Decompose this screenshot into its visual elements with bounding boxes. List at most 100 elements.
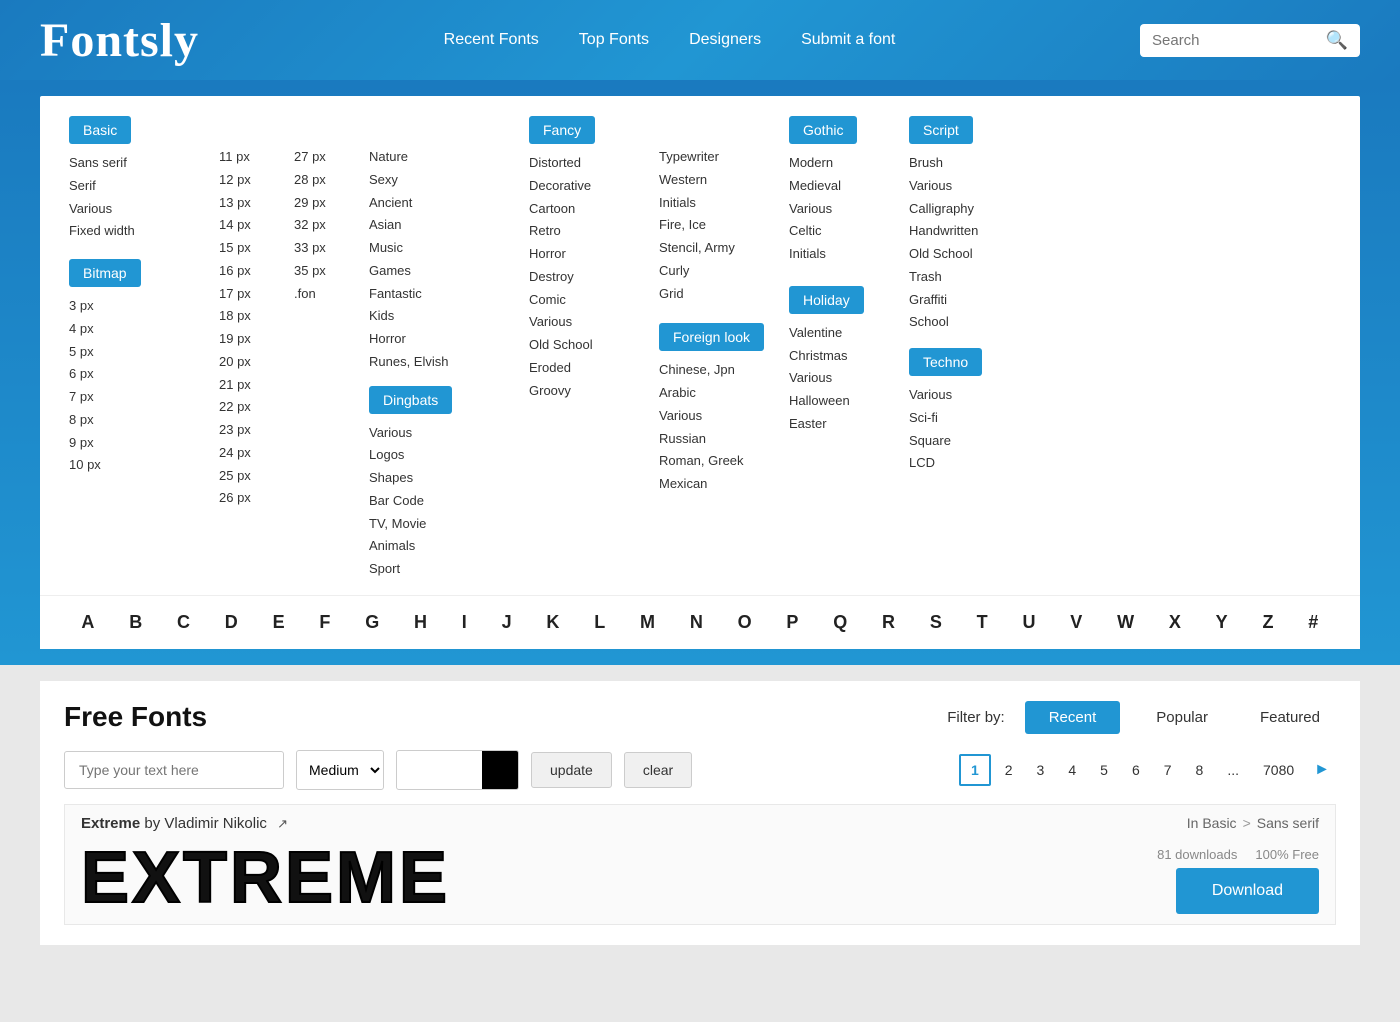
search-input[interactable] <box>1152 32 1318 49</box>
menu-item[interactable]: Nature <box>369 146 519 169</box>
menu-item[interactable]: 26 px <box>219 487 284 510</box>
menu-item[interactable]: 25 px <box>219 465 284 488</box>
menu-item[interactable]: 32 px <box>294 214 359 237</box>
alpha-hash[interactable]: # <box>1304 610 1322 635</box>
download-button[interactable]: Download <box>1176 868 1319 914</box>
menu-item[interactable]: Typewriter <box>659 146 779 169</box>
alpha-E[interactable]: E <box>269 610 289 635</box>
menu-item[interactable]: Eroded <box>529 357 649 380</box>
font-name[interactable]: Extreme <box>81 815 140 832</box>
holiday-header[interactable]: Holiday <box>789 286 864 314</box>
menu-item[interactable]: 17 px <box>219 283 284 306</box>
menu-item[interactable]: 11 px <box>219 146 284 169</box>
menu-item[interactable]: Arabic <box>659 382 779 405</box>
menu-item[interactable]: Sci-fi <box>909 407 1039 430</box>
menu-item[interactable]: Sexy <box>369 169 519 192</box>
menu-item[interactable]: Horror <box>369 328 519 351</box>
menu-item[interactable]: 14 px <box>219 214 284 237</box>
page-6[interactable]: 6 <box>1122 756 1150 784</box>
menu-item[interactable]: Fixed width <box>69 220 209 243</box>
basic-header[interactable]: Basic <box>69 116 131 144</box>
menu-item[interactable]: Runes, Elvish <box>369 351 519 374</box>
menu-item[interactable]: Kids <box>369 305 519 328</box>
menu-item[interactable]: Horror <box>529 243 649 266</box>
clear-button[interactable]: clear <box>624 752 692 788</box>
foreign-header[interactable]: Foreign look <box>659 323 764 351</box>
alpha-T[interactable]: T <box>973 610 992 635</box>
filter-recent[interactable]: Recent <box>1025 701 1121 734</box>
alpha-L[interactable]: L <box>590 610 609 635</box>
menu-item[interactable]: Brush <box>909 152 1039 175</box>
menu-item[interactable]: Grid <box>659 283 779 306</box>
menu-item[interactable]: Decorative <box>529 175 649 198</box>
alpha-P[interactable]: P <box>782 610 802 635</box>
alpha-W[interactable]: W <box>1113 610 1138 635</box>
menu-item[interactable]: Christmas <box>789 345 899 368</box>
menu-item[interactable]: 4 px <box>69 318 209 341</box>
page-7[interactable]: 7 <box>1154 756 1182 784</box>
preview-text-input[interactable] <box>64 751 284 789</box>
menu-item[interactable]: 12 px <box>219 169 284 192</box>
menu-item[interactable]: Initials <box>789 243 899 266</box>
menu-item[interactable]: Various <box>909 175 1039 198</box>
menu-item[interactable]: Valentine <box>789 322 899 345</box>
color-hex-input[interactable]: #000000 <box>397 752 482 788</box>
menu-item[interactable]: Sans serif <box>69 152 209 175</box>
menu-item[interactable]: Bar Code <box>369 490 519 513</box>
subcategory-label[interactable]: Sans serif <box>1257 815 1319 831</box>
menu-item[interactable]: Various <box>789 198 899 221</box>
menu-item[interactable]: Easter <box>789 413 899 436</box>
menu-item[interactable]: Various <box>909 384 1039 407</box>
menu-item[interactable]: 6 px <box>69 363 209 386</box>
menu-item[interactable]: Cartoon <box>529 198 649 221</box>
script-header[interactable]: Script <box>909 116 973 144</box>
alpha-Z[interactable]: Z <box>1258 610 1277 635</box>
menu-item[interactable]: Roman, Greek <box>659 450 779 473</box>
filter-popular[interactable]: Popular <box>1140 701 1224 734</box>
alpha-U[interactable]: U <box>1018 610 1039 635</box>
alpha-V[interactable]: V <box>1066 610 1086 635</box>
menu-item[interactable]: Various <box>789 367 899 390</box>
alpha-I[interactable]: I <box>458 610 471 635</box>
menu-item[interactable]: 35 px <box>294 260 359 283</box>
page-3[interactable]: 3 <box>1027 756 1055 784</box>
menu-item[interactable]: Ancient <box>369 192 519 215</box>
menu-item[interactable]: Curly <box>659 260 779 283</box>
alpha-O[interactable]: O <box>734 610 756 635</box>
alpha-Q[interactable]: Q <box>829 610 851 635</box>
menu-item[interactable]: 5 px <box>69 341 209 364</box>
menu-item[interactable]: Fantastic <box>369 283 519 306</box>
menu-item[interactable]: 15 px <box>219 237 284 260</box>
menu-item[interactable]: 20 px <box>219 351 284 374</box>
nav-top[interactable]: Top Fonts <box>579 31 649 49</box>
font-author[interactable]: Vladimir Nikolic <box>164 815 267 832</box>
page-8[interactable]: 8 <box>1186 756 1214 784</box>
nav-designers[interactable]: Designers <box>689 31 761 49</box>
alpha-A[interactable]: A <box>77 610 98 635</box>
menu-item[interactable]: 28 px <box>294 169 359 192</box>
page-last[interactable]: 7080 <box>1253 756 1304 784</box>
menu-item[interactable]: 16 px <box>219 260 284 283</box>
menu-item[interactable]: Serif <box>69 175 209 198</box>
menu-item[interactable]: Initials <box>659 192 779 215</box>
alpha-G[interactable]: G <box>361 610 383 635</box>
menu-item[interactable]: Various <box>659 405 779 428</box>
menu-item[interactable]: Celtic <box>789 220 899 243</box>
menu-item[interactable]: Various <box>369 422 519 445</box>
menu-item[interactable]: Stencil, Army <box>659 237 779 260</box>
menu-item[interactable]: Russian <box>659 428 779 451</box>
logo[interactable]: Fontsly <box>40 13 199 68</box>
alpha-R[interactable]: R <box>878 610 899 635</box>
menu-item[interactable]: Western <box>659 169 779 192</box>
menu-item[interactable]: Old School <box>909 243 1039 266</box>
alpha-N[interactable]: N <box>686 610 707 635</box>
alpha-K[interactable]: K <box>542 610 563 635</box>
menu-item[interactable]: Destroy <box>529 266 649 289</box>
menu-item[interactable]: 19 px <box>219 328 284 351</box>
menu-item[interactable]: Old School <box>529 334 649 357</box>
menu-item[interactable]: 13 px <box>219 192 284 215</box>
menu-item[interactable]: Fire, Ice <box>659 214 779 237</box>
alpha-Y[interactable]: Y <box>1212 610 1232 635</box>
alpha-J[interactable]: J <box>498 610 516 635</box>
fancy-header[interactable]: Fancy <box>529 116 595 144</box>
